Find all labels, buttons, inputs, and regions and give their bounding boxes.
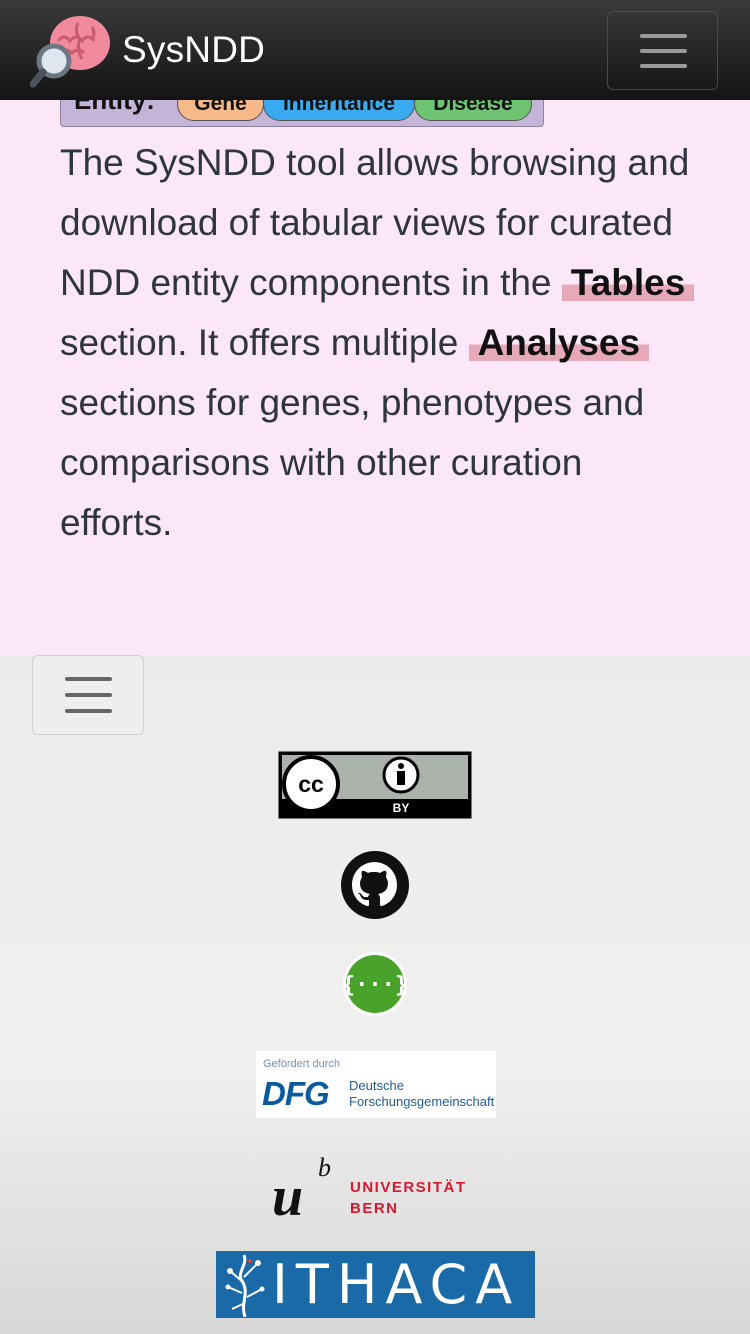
intro-text-2: section. It offers multiple xyxy=(60,322,459,363)
hamburger-menu-icon xyxy=(640,34,687,38)
brand-name: SysNDD xyxy=(122,29,266,70)
unibe-wordmark: UNIVERSITÄT BERN xyxy=(350,1179,467,1217)
swagger-api-icon[interactable]: {···} xyxy=(342,951,408,1017)
top-navbar: SysNDD xyxy=(0,0,750,100)
ithaca-logo[interactable]: ITHACA xyxy=(216,1251,535,1318)
inheritance-pill: Inheritance xyxy=(263,100,415,121)
navbar-toggle-button[interactable] xyxy=(607,11,718,90)
footer-toggle-button[interactable] xyxy=(32,655,144,735)
cc-by-license-badge-icon[interactable]: cc BY xyxy=(278,751,472,819)
svg-text:cc: cc xyxy=(298,771,324,797)
github-icon[interactable] xyxy=(340,850,410,920)
ithaca-wordmark: ITHACA xyxy=(272,1253,521,1316)
university-bern-logo[interactable]: u b UNIVERSITÄT BERN xyxy=(272,1153,482,1228)
intro-paragraph: The SysNDD tool allows browsing and down… xyxy=(60,133,700,553)
disease-pill: Disease xyxy=(414,100,532,121)
footer: cc BY {···} Gefördert durch DFG Deutsche… xyxy=(0,655,750,1334)
dfg-full-name: Deutsche Forschungsgemeinschaft xyxy=(349,1078,495,1109)
dfg-acronym: DFG xyxy=(262,1075,330,1112)
main-content: Entity: Gene Inheritance Disease The Sys… xyxy=(0,100,750,655)
intro-text-3: sections for genes, phenotypes and compa… xyxy=(60,382,645,543)
dfg-funded-by-text: Gefördert durch xyxy=(263,1058,341,1070)
unibe-b-glyph: b xyxy=(318,1153,331,1182)
gene-pill: Gene xyxy=(177,100,264,121)
analyses-link[interactable]: Analyses xyxy=(468,322,650,363)
unibe-u-glyph: u xyxy=(272,1166,304,1228)
brand-link[interactable]: SysNDD xyxy=(30,10,265,90)
dfg-funding-logo[interactable]: Gefördert durch DFG Deutsche Forschungsg… xyxy=(256,1051,496,1118)
hamburger-menu-icon xyxy=(65,677,112,681)
brain-magnifier-logo-icon xyxy=(30,16,110,88)
dna-tree-icon xyxy=(225,1254,265,1317)
svg-text:{···}: {···} xyxy=(342,973,408,998)
entity-legend-card: Entity: Gene Inheritance Disease xyxy=(60,100,544,127)
entity-label: Entity: xyxy=(74,100,155,115)
cc-by-text: BY xyxy=(393,801,410,815)
tables-link[interactable]: Tables xyxy=(561,262,695,303)
